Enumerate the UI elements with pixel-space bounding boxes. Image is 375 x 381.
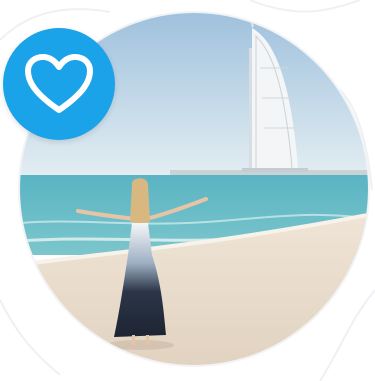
- heart-outline-icon: [25, 54, 93, 113]
- like-button[interactable]: [3, 28, 115, 140]
- hero-card: [0, 0, 375, 381]
